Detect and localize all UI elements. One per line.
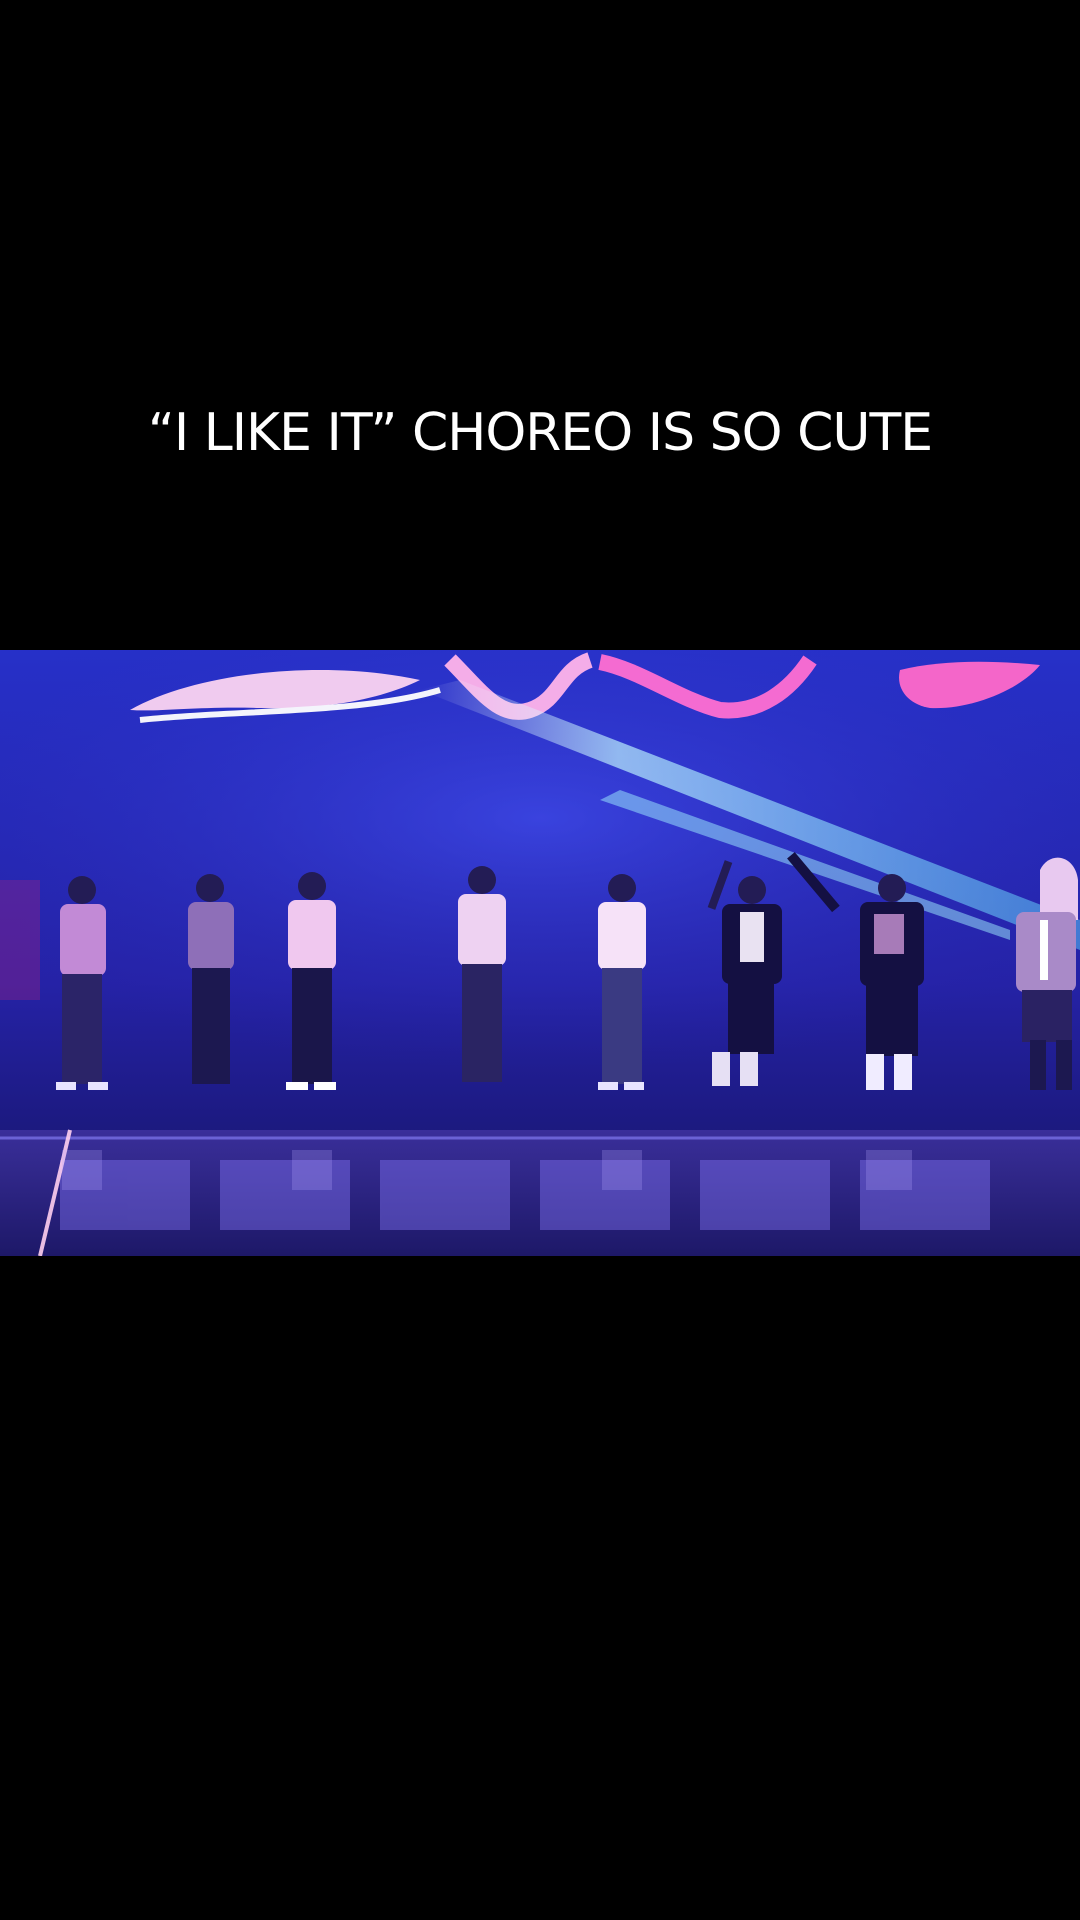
performer-4 bbox=[458, 866, 506, 1082]
performer-5 bbox=[598, 874, 646, 1090]
performer-2 bbox=[188, 874, 234, 1084]
video-frame[interactable] bbox=[0, 650, 1080, 1256]
stage-scene bbox=[0, 650, 1080, 1256]
caption-text: “I LIKE IT” CHOREO IS SO CUTE bbox=[147, 403, 933, 463]
performer-3 bbox=[286, 872, 336, 1090]
performer-1 bbox=[56, 876, 108, 1090]
video-screen[interactable]: “I LIKE IT” CHOREO IS SO CUTE bbox=[0, 0, 1080, 1920]
